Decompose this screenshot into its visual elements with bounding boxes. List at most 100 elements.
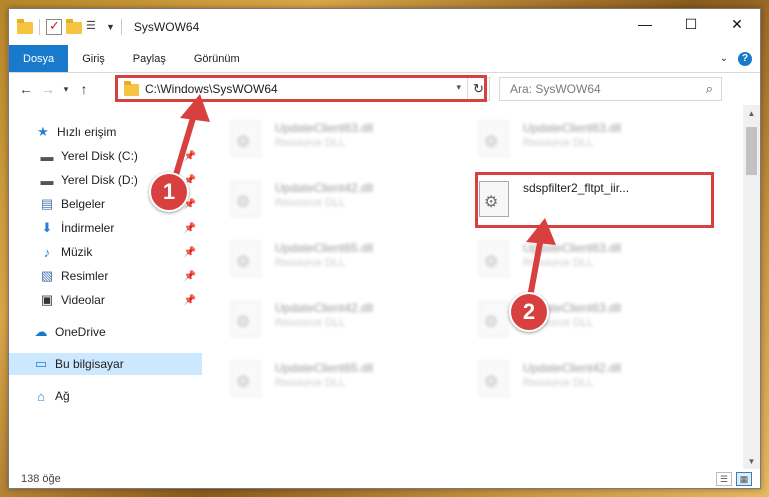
sidebar-item-local-disk-c[interactable]: ▬ Yerel Disk (C:) 📌 [9, 145, 202, 167]
sidebar-item-label: Bu bilgisayar [55, 357, 124, 371]
customize-toolbar-icon[interactable]: ☰ [86, 19, 102, 35]
sidebar-item-network[interactable]: ⌂ Ağ [9, 385, 202, 407]
maximize-button[interactable]: ☐ [668, 9, 714, 39]
search-input[interactable]: Ara: SysWOW64 [510, 82, 601, 96]
quick-access-toolbar: ☰ ▼ [17, 18, 124, 35]
network-icon: ⌂ [37, 388, 45, 404]
pin-icon[interactable]: 📌 [184, 151, 196, 162]
address-highlight-box [115, 75, 487, 102]
file-name: UpdateClient42.dll [275, 301, 374, 315]
sidebar-item-label: Yerel Disk (D:) [61, 173, 138, 187]
sidebar-item-videos[interactable]: ▣ Videolar 📌 [9, 289, 202, 311]
file-explorer-window: ☰ ▼ SysWOW64 — ☐ ✕ Dosya Giriş Paylaş Gö… [8, 8, 761, 489]
sidebar-item-label: Hızlı erişim [57, 125, 117, 139]
dll-file-icon: ⚙ [479, 121, 509, 157]
folder-icon [17, 19, 33, 34]
computer-icon: ▭ [34, 356, 48, 371]
star-icon: ★ [37, 124, 49, 139]
sidebar-item-label: Resimler [61, 269, 109, 283]
forward-arrow-icon[interactable]: → [37, 81, 59, 97]
sidebar-item-pictures[interactable]: ▧ Resimler 📌 [9, 265, 202, 287]
step-marker-2: 2 [509, 292, 549, 332]
search-icon[interactable]: ⌕ [706, 81, 713, 97]
pin-icon[interactable]: 📌 [184, 223, 196, 234]
tab-file[interactable]: Dosya [9, 45, 69, 72]
help-icon[interactable]: ? [738, 51, 752, 66]
pin-icon[interactable]: 📌 [184, 271, 196, 282]
dll-file-icon: ⚙ [231, 181, 261, 217]
file-name: UpdateClient65.dll [275, 241, 374, 255]
divider [120, 19, 122, 35]
chevron-down-icon[interactable]: ⌄ [720, 53, 728, 64]
file-item[interactable]: ⚙ UpdateClient63.dll Resource DLL [457, 293, 687, 343]
file-type: Resource DLL [275, 137, 346, 149]
download-icon: ⬇ [41, 220, 53, 235]
dll-file-icon: ⚙ [479, 241, 509, 277]
file-item[interactable]: ⚙ UpdateClient65.dll Resource DLL [209, 353, 439, 403]
search-box[interactable]: Ara: SysWOW64 ⌕ [499, 77, 722, 101]
sidebar-item-onedrive[interactable]: ☁ OneDrive [9, 321, 202, 343]
file-name: UpdateClient63.dll [275, 121, 374, 135]
step-marker-1: 1 [149, 172, 189, 212]
item-count: 138 öğe [21, 473, 61, 485]
window-title: SysWOW64 [133, 20, 200, 34]
sidebar-item-quick-access[interactable]: ★ Hızlı erişim [9, 121, 202, 143]
pin-icon[interactable]: 📌 [184, 247, 196, 258]
dll-file-icon: ⚙ [479, 301, 509, 337]
pictures-icon: ▧ [40, 268, 54, 283]
file-list: ⚙ UpdateClient63.dll Resource DLL ⚙ Upda… [209, 105, 739, 469]
tab-view[interactable]: Görünüm [180, 45, 254, 72]
tab-home[interactable]: Giriş [68, 45, 119, 72]
dll-file-icon: ⚙ [231, 301, 261, 337]
new-folder-icon[interactable] [66, 19, 82, 34]
dll-file-icon: ⚙ [479, 361, 509, 397]
navigation-pane: ★ Hızlı erişim ▬ Yerel Disk (C:) 📌 ▬ Yer… [9, 113, 202, 469]
file-item[interactable]: ⚙ UpdateClient63.dll Resource DLL [457, 113, 687, 163]
dll-file-icon: ⚙ [231, 121, 261, 157]
file-item[interactable]: ⚙ UpdateClient42.dll Resource DLL [209, 173, 439, 223]
properties-icon[interactable] [46, 18, 62, 35]
drive-icon: ▬ [40, 148, 54, 164]
title-bar: ☰ ▼ SysWOW64 — ☐ ✕ [9, 9, 760, 45]
tab-share[interactable]: Paylaş [119, 45, 180, 72]
file-name: UpdateClient42.dll [275, 181, 374, 195]
ribbon-tabs: Dosya Giriş Paylaş Görünüm ⌄ ? [9, 45, 760, 73]
file-item[interactable]: ⚙ UpdateClient63.dll Resource DLL [209, 113, 439, 163]
sidebar-item-label: İndirmeler [61, 221, 115, 235]
chevron-down-icon[interactable]: ▾ [59, 84, 73, 95]
file-item[interactable]: ⚙ UpdateClient42.dll Resource DLL [209, 293, 439, 343]
file-type: Resource DLL [523, 257, 594, 269]
scroll-down-icon[interactable]: ▼ [743, 453, 760, 469]
ribbon-controls: ⌄ ? [720, 45, 760, 72]
sidebar-item-label: Müzik [61, 245, 93, 259]
scrollbar-thumb[interactable] [746, 127, 757, 175]
up-arrow-icon[interactable]: ↑ [73, 81, 95, 97]
videos-icon: ▣ [40, 292, 54, 307]
sidebar-item-label: OneDrive [55, 325, 106, 339]
drive-icon: ▬ [40, 172, 54, 188]
file-name: UpdateClient65.dll [275, 361, 374, 375]
status-bar: 138 öğe ☰ ▦ [9, 469, 760, 489]
file-name: UpdateClient42.dll [523, 361, 622, 375]
pin-icon[interactable]: 📌 [184, 295, 196, 306]
file-type: Resource DLL [523, 377, 594, 389]
file-item[interactable]: ⚙ UpdateClient63.dll Resource DLL [457, 233, 687, 283]
vertical-scrollbar[interactable]: ▲ ▼ [743, 105, 760, 469]
scroll-up-icon[interactable]: ▲ [743, 105, 760, 121]
view-toggle: ☰ ▦ [716, 472, 752, 486]
file-highlight-box [475, 172, 714, 228]
minimize-button[interactable]: — [622, 9, 668, 39]
close-button[interactable]: ✕ [714, 9, 760, 39]
file-item[interactable]: ⚙ UpdateClient65.dll Resource DLL [209, 233, 439, 283]
sidebar-item-this-pc[interactable]: ▭ Bu bilgisayar [9, 353, 202, 375]
chevron-down-icon[interactable]: ▼ [106, 22, 115, 32]
sidebar-item-music[interactable]: ♪ Müzik 📌 [9, 241, 202, 263]
file-type: Resource DLL [275, 257, 346, 269]
file-name: UpdateClient63.dll [523, 121, 622, 135]
tiles-view-icon[interactable]: ▦ [736, 472, 752, 486]
back-arrow-icon[interactable]: ← [15, 81, 37, 97]
file-item[interactable]: ⚙ UpdateClient42.dll Resource DLL [457, 353, 687, 403]
sidebar-item-downloads[interactable]: ⬇ İndirmeler 📌 [9, 217, 202, 239]
details-view-icon[interactable]: ☰ [716, 472, 732, 486]
file-type: Resource DLL [523, 137, 594, 149]
